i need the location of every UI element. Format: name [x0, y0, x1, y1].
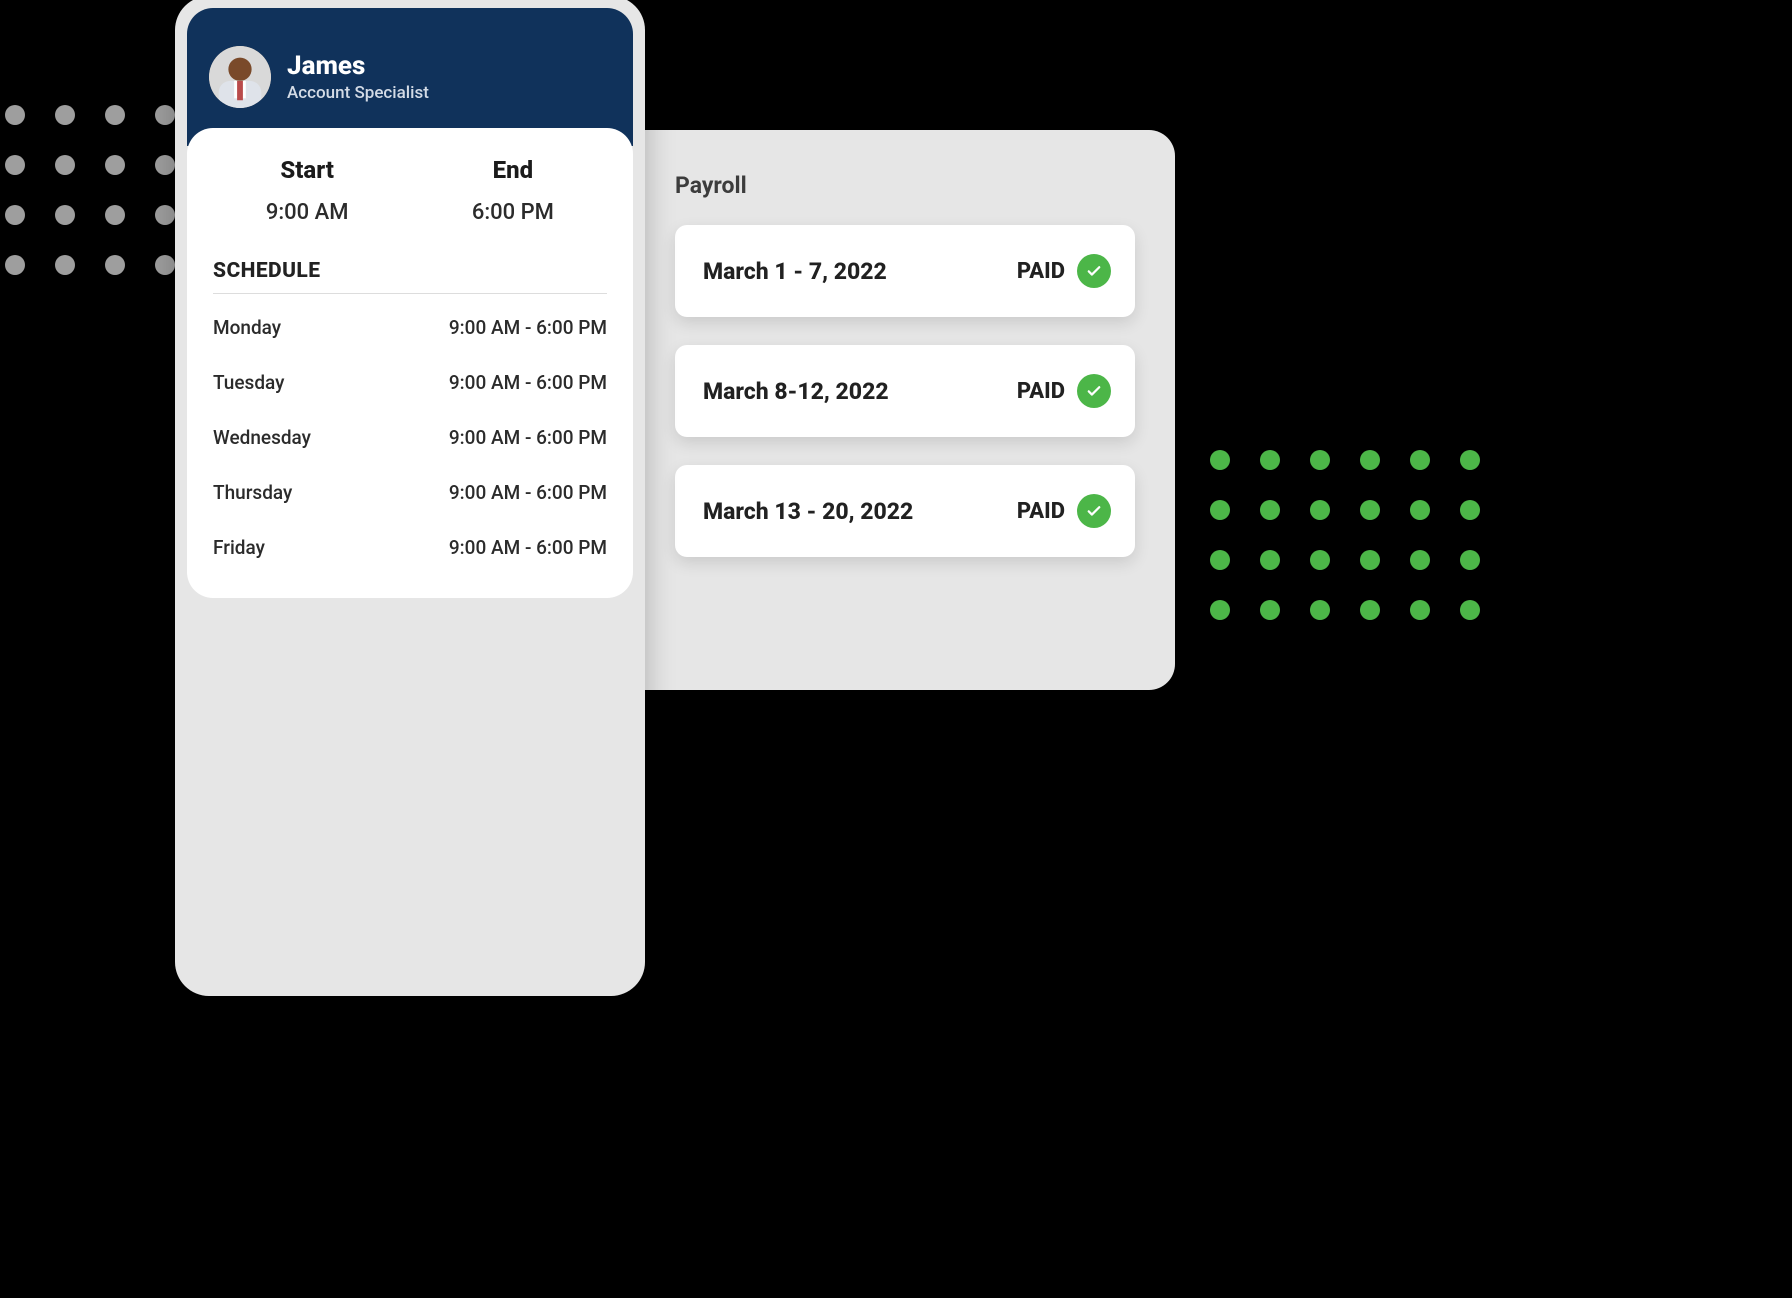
- schedule-hours: 9:00 AM - 6:00 PM: [449, 426, 607, 449]
- divider: [213, 293, 607, 294]
- check-icon: [1077, 374, 1111, 408]
- employee-role: Account Specialist: [287, 83, 429, 103]
- payroll-item[interactable]: March 1 - 7, 2022 PAID: [675, 225, 1135, 317]
- payroll-status-text: PAID: [1017, 499, 1065, 524]
- schedule-hours: 9:00 AM - 6:00 PM: [449, 481, 607, 504]
- schedule-hours: 9:00 AM - 6:00 PM: [449, 316, 607, 339]
- payroll-status: PAID: [1017, 494, 1111, 528]
- payroll-list: March 1 - 7, 2022 PAID March 8-12, 2022 …: [675, 225, 1135, 557]
- schedule-day: Wednesday: [213, 426, 311, 449]
- check-icon: [1077, 494, 1111, 528]
- avatar: [209, 46, 271, 108]
- payroll-range: March 1 - 7, 2022: [703, 258, 887, 285]
- schedule-day: Thursday: [213, 481, 292, 504]
- end-value: 6:00 PM: [472, 200, 554, 225]
- empty-area: [187, 598, 633, 898]
- payroll-status: PAID: [1017, 374, 1111, 408]
- employee-name: James: [287, 51, 429, 81]
- decorative-dots-green: [1210, 450, 1480, 620]
- schedule-row: Tuesday 9:00 AM - 6:00 PM: [213, 355, 607, 410]
- schedule-hours: 9:00 AM - 6:00 PM: [449, 371, 607, 394]
- end-label: End: [493, 156, 533, 184]
- times-row: Start 9:00 AM End 6:00 PM: [213, 156, 607, 225]
- payroll-title: Payroll: [675, 172, 1135, 199]
- employee-header: James Account Specialist: [187, 8, 633, 146]
- schedule-row: Monday 9:00 AM - 6:00 PM: [213, 300, 607, 355]
- schedule-hours: 9:00 AM - 6:00 PM: [449, 536, 607, 559]
- payroll-item[interactable]: March 8-12, 2022 PAID: [675, 345, 1135, 437]
- payroll-status-text: PAID: [1017, 259, 1065, 284]
- schedule-day: Tuesday: [213, 371, 284, 394]
- payroll-item[interactable]: March 13 - 20, 2022 PAID: [675, 465, 1135, 557]
- payroll-status: PAID: [1017, 254, 1111, 288]
- employee-body: Start 9:00 AM End 6:00 PM SCHEDULE Monda…: [187, 128, 633, 598]
- payroll-status-text: PAID: [1017, 379, 1065, 404]
- schedule-day: Monday: [213, 316, 281, 339]
- employee-card: James Account Specialist Start 9:00 AM E…: [175, 0, 645, 996]
- schedule-row: Wednesday 9:00 AM - 6:00 PM: [213, 410, 607, 465]
- schedule-day: Friday: [213, 536, 265, 559]
- schedule-row: Thursday 9:00 AM - 6:00 PM: [213, 465, 607, 520]
- check-icon: [1077, 254, 1111, 288]
- schedule-title: SCHEDULE: [213, 259, 607, 283]
- start-value: 9:00 AM: [266, 200, 349, 225]
- schedule-list: Monday 9:00 AM - 6:00 PM Tuesday 9:00 AM…: [213, 300, 607, 575]
- start-label: Start: [280, 156, 334, 184]
- schedule-row: Friday 9:00 AM - 6:00 PM: [213, 520, 607, 575]
- payroll-range: March 13 - 20, 2022: [703, 498, 913, 525]
- payroll-range: March 8-12, 2022: [703, 378, 889, 405]
